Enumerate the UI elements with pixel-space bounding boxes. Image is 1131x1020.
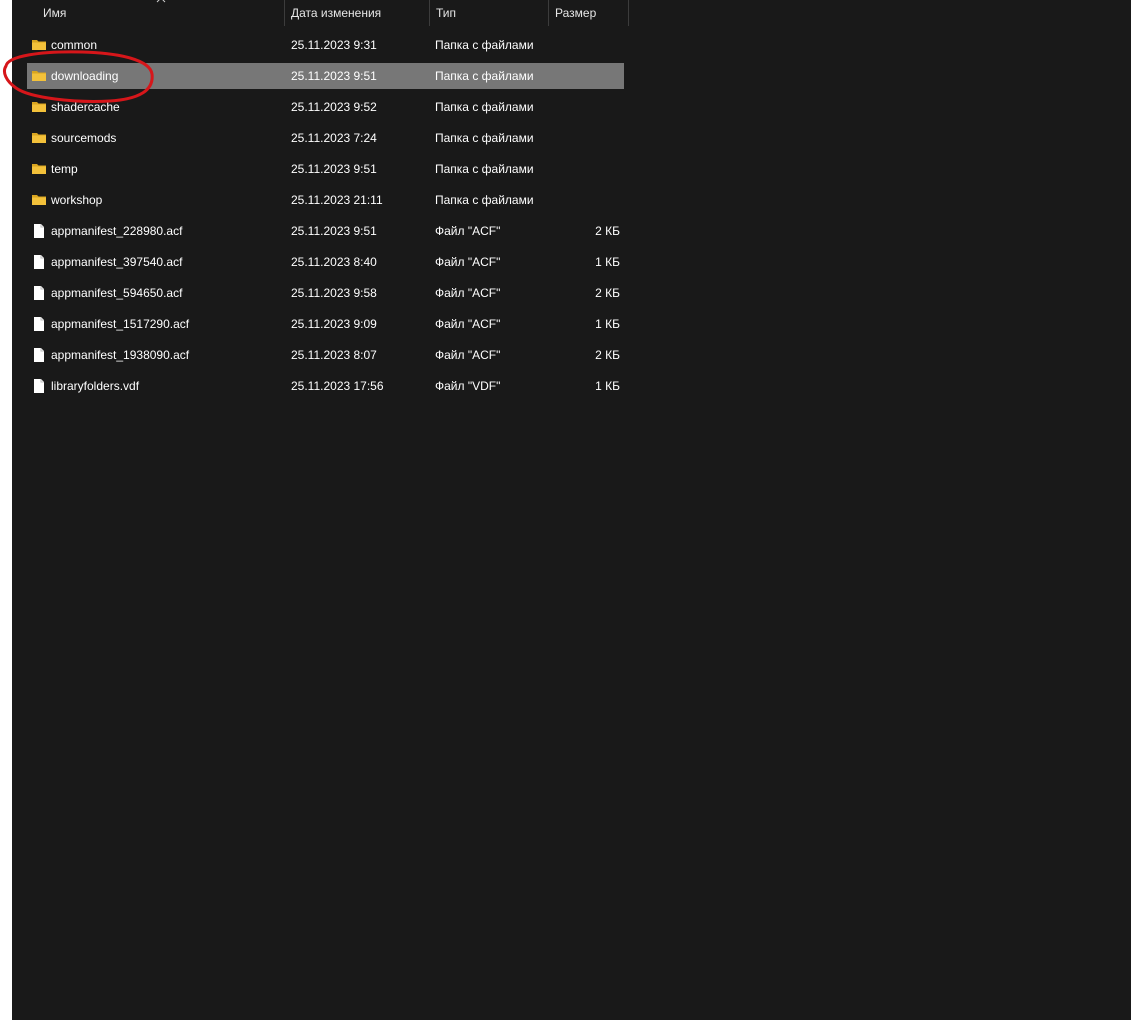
folder-row[interactable]: common 25.11.2023 9:31 Папка с файлами: [27, 32, 624, 58]
folder-row[interactable]: temp 25.11.2023 9:51 Папка с файлами: [27, 156, 624, 182]
file-type: Папка с файлами: [435, 38, 534, 52]
file-date: 25.11.2023 21:11: [291, 193, 383, 207]
file-date: 25.11.2023 17:56: [291, 379, 384, 393]
folder-icon: [32, 133, 46, 143]
file-date: 25.11.2023 9:51: [291, 69, 377, 83]
file-size: 2 КБ: [595, 348, 620, 362]
file-list-pane: Имя Дата изменения Тип Размер common 25.1…: [12, 0, 1131, 1020]
file-date: 25.11.2023 9:51: [291, 224, 377, 238]
file-type: Папка с файлами: [435, 162, 534, 176]
file-date: 25.11.2023 9:51: [291, 162, 377, 176]
file-row[interactable]: appmanifest_228980.acf 25.11.2023 9:51 Фай…: [27, 218, 624, 244]
file-type: Файл "ACF": [435, 317, 501, 331]
folder-row[interactable]: workshop 25.11.2023 21:11 Папка с файлами: [27, 187, 624, 213]
file-row[interactable]: appmanifest_397540.acf 25.11.2023 8:40 Фай…: [27, 249, 624, 275]
file-type: Папка с файлами: [435, 69, 534, 83]
file-type: Файл "ACF": [435, 286, 501, 300]
file-date: 25.11.2023 8:07: [291, 348, 377, 362]
file-type: Файл "ACF": [435, 255, 501, 269]
file-date: 25.11.2023 8:40: [291, 255, 377, 269]
file-type: Папка с файлами: [435, 131, 534, 145]
file-type: Папка с файлами: [435, 193, 534, 207]
file-type: Файл "ACF": [435, 348, 501, 362]
file-size: 2 КБ: [595, 286, 620, 300]
column-header-date[interactable]: Дата изменения: [285, 0, 429, 26]
folder-row[interactable]: shadercache 25.11.2023 9:52 Папка с файлам…: [27, 94, 624, 120]
file-date: 25.11.2023 9:31: [291, 38, 377, 52]
file-row[interactable]: appmanifest_1517290.acf 25.11.2023 9:09 Фа…: [27, 311, 624, 337]
file-icon: [34, 348, 44, 362]
column-header-type[interactable]: Тип: [430, 0, 548, 26]
file-icon: [34, 255, 44, 269]
folder-icon: [32, 71, 46, 81]
file-icon: [34, 286, 44, 300]
file-size: 2 КБ: [595, 224, 620, 238]
file-name: appmanifest_1938090.acf: [51, 348, 190, 362]
file-type: Файл "ACF": [435, 224, 501, 238]
column-divider[interactable]: [628, 0, 629, 26]
file-row[interactable]: appmanifest_1938090.acf 25.11.2023 8:07 Фа…: [27, 342, 624, 368]
file-date: 25.11.2023 9:52: [291, 100, 377, 114]
folder-row[interactable]: sourcemods 25.11.2023 7:24 Папка с файлами: [27, 125, 624, 151]
file-name: appmanifest_228980.acf: [51, 224, 183, 238]
file-name: common: [51, 38, 98, 52]
file-row[interactable]: libraryfolders.vdf 25.11.2023 17:56 Файл "…: [27, 373, 624, 399]
file-name: sourcemods: [51, 131, 117, 145]
file-date: 25.11.2023 9:09: [291, 317, 377, 331]
folder-icon: [32, 102, 46, 112]
folder-row[interactable]: downloading 25.11.2023 9:51 Папка с файлам…: [27, 63, 624, 89]
file-size: 1 КБ: [595, 317, 620, 331]
folder-icon: [32, 195, 46, 205]
file-icon: [34, 317, 44, 331]
file-size: 1 КБ: [595, 379, 620, 393]
file-name: workshop: [51, 193, 103, 207]
file-name: appmanifest_1517290.acf: [51, 317, 190, 331]
file-row[interactable]: appmanifest_594650.acf 25.11.2023 9:58 Фай…: [27, 280, 624, 306]
file-icon: [34, 379, 44, 393]
file-date: 25.11.2023 9:58: [291, 286, 377, 300]
column-header-name[interactable]: Имя: [37, 0, 284, 26]
file-type: Файл "VDF": [435, 379, 501, 393]
file-name: appmanifest_397540.acf: [51, 255, 183, 269]
file-name: downloading: [51, 69, 119, 83]
file-size: 1 КБ: [595, 255, 620, 269]
file-type: Папка с файлами: [435, 100, 534, 114]
folder-icon: [32, 164, 46, 174]
file-name: temp: [51, 162, 78, 176]
file-name: appmanifest_594650.acf: [51, 286, 183, 300]
file-date: 25.11.2023 7:24: [291, 131, 377, 145]
folder-icon: [32, 40, 46, 50]
file-name: libraryfolders.vdf: [51, 379, 140, 393]
file-name: shadercache: [51, 100, 120, 114]
column-header: Имя Дата изменения Тип Размер: [12, 0, 629, 26]
column-header-size[interactable]: Размер: [549, 0, 628, 26]
file-icon: [34, 224, 44, 238]
